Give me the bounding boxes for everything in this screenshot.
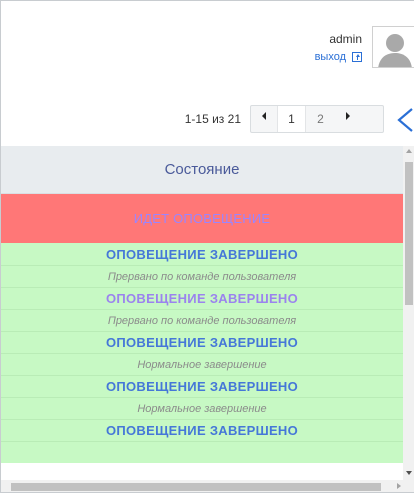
row-reason: Прервано по команде пользователя: [107, 314, 297, 327]
horizontal-scrollbar[interactable]: [1, 480, 414, 492]
table-row-detail[interactable]: [1, 441, 403, 463]
table-row[interactable]: ОПОВЕЩЕНИЕ ЗАВЕРШЕНО: [1, 287, 403, 309]
pager-controls: 1 2: [250, 105, 384, 133]
status-table: Состояние ИДЕТ ОПОВЕЩЕНИЕ ОПОВЕЩЕНИЕ ЗАВ…: [1, 146, 414, 492]
table-row-detail[interactable]: Прервано по команде пользователя: [1, 265, 403, 287]
pager-prev-button[interactable]: [251, 106, 277, 132]
row-status: ОПОВЕЩЕНИЕ ЗАВЕРШЕНО: [105, 423, 299, 438]
chevron-left-icon[interactable]: [394, 107, 414, 133]
table-row[interactable]: ОПОВЕЩЕНИЕ ЗАВЕРШЕНО: [1, 331, 403, 353]
table-row[interactable]: ОПОВЕЩЕНИЕ ЗАВЕРШЕНО: [1, 375, 403, 397]
table-body: ИДЕТ ОПОВЕЩЕНИЕ ОПОВЕЩЕНИЕ ЗАВЕРШЕНО Пре…: [1, 194, 403, 463]
scroll-right-icon[interactable]: [397, 483, 401, 489]
table-row[interactable]: ОПОВЕЩЕНИЕ ЗАВЕРШЕНО: [1, 419, 403, 441]
logout-icon: [352, 52, 362, 62]
logout-link[interactable]: выход: [315, 49, 362, 65]
pager-range: 1-15 из 21: [184, 112, 241, 126]
logout-label: выход: [314, 51, 346, 63]
vertical-scrollbar[interactable]: [403, 146, 414, 480]
user-name: admin: [329, 32, 362, 46]
row-status: ОПОВЕЩЕНИЕ ЗАВЕРШЕНО: [105, 379, 299, 394]
row-status: ОПОВЕЩЕНИЕ ЗАВЕРШЕНО: [105, 335, 299, 350]
scroll-down-icon[interactable]: [406, 471, 412, 475]
horizontal-scroll-thumb[interactable]: [11, 483, 381, 491]
pager-page-2[interactable]: 2: [306, 106, 335, 132]
table-row[interactable]: ОПОВЕЩЕНИЕ ЗАВЕРШЕНО: [1, 243, 403, 265]
pager-next-button[interactable]: [335, 106, 361, 132]
pager-page-1[interactable]: 1: [277, 106, 306, 132]
row-reason: Нормальное завершение: [137, 358, 267, 371]
user-block: admin выход: [315, 31, 362, 65]
row-reason: Прервано по команде пользователя: [107, 270, 297, 283]
pager: 1-15 из 21 1 2: [1, 105, 414, 133]
table-row-alert[interactable]: ИДЕТ ОПОВЕЩЕНИЕ: [1, 194, 403, 243]
row-reason: Нормальное завершение: [137, 402, 267, 415]
column-header-state[interactable]: Состояние: [1, 146, 403, 194]
user-avatar-icon[interactable]: [372, 26, 414, 68]
app-frame: admin выход 1-15 из 21 1 2 Состояние ИДЕ…: [0, 0, 414, 493]
scroll-up-icon[interactable]: [406, 149, 412, 153]
vertical-scroll-thumb[interactable]: [405, 162, 413, 305]
table-row-detail[interactable]: Нормальное завершение: [1, 353, 403, 375]
table-row-detail[interactable]: Прервано по команде пользователя: [1, 309, 403, 331]
triangle-right-icon: [346, 112, 350, 120]
row-status: ОПОВЕЩЕНИЕ ЗАВЕРШЕНО: [105, 291, 299, 306]
triangle-left-icon: [262, 112, 266, 120]
table-row-detail[interactable]: Нормальное завершение: [1, 397, 403, 419]
row-status: ИДЕТ ОПОВЕЩЕНИЕ: [133, 211, 271, 226]
row-status: ОПОВЕЩЕНИЕ ЗАВЕРШЕНО: [105, 246, 299, 262]
